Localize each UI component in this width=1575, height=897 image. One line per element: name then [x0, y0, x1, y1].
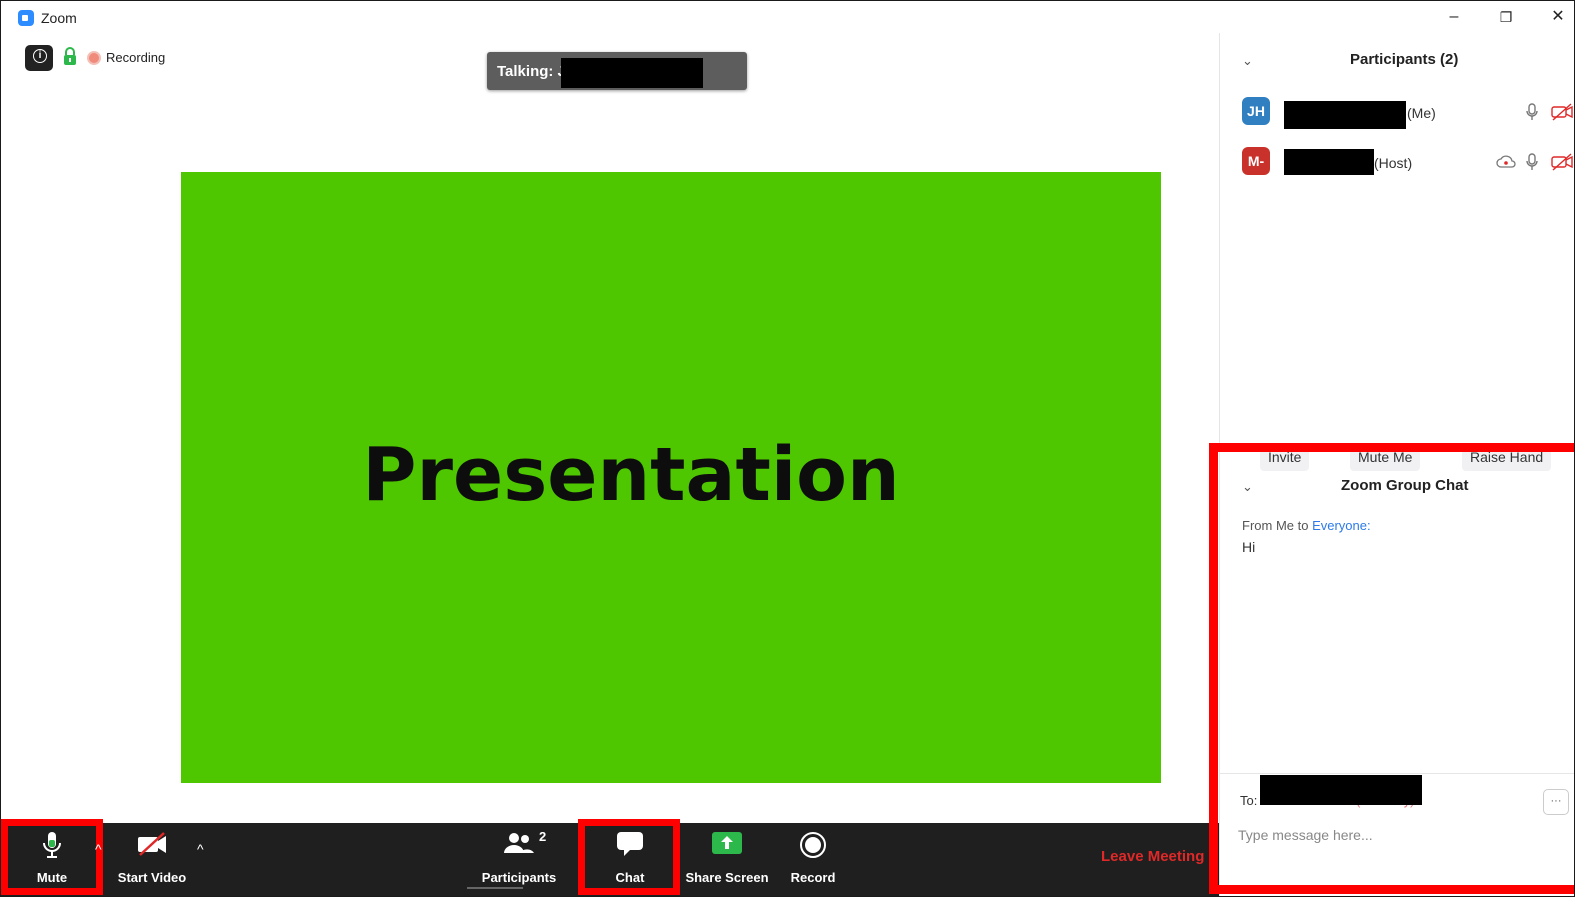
participants-panel-title: Participants (2): [1350, 51, 1459, 68]
participant-suffix: (Me): [1407, 105, 1436, 121]
record-button[interactable]: Record: [777, 823, 849, 893]
participants-active-underline: [467, 887, 523, 889]
participant-suffix: (Host): [1374, 155, 1413, 171]
zoom-app-icon: [18, 10, 34, 26]
window-title: Zoom: [41, 10, 77, 26]
participants-icon: [504, 833, 534, 853]
redacted-name: [561, 58, 703, 88]
redacted-participant-name: [1284, 101, 1406, 129]
share-screen-icon: [712, 832, 742, 854]
participant-cloud-record-icon: [1496, 155, 1516, 168]
zoom-window: Zoom – ❐ ✕ Recording Talking: J Presenta…: [0, 0, 1575, 897]
participant-mic-icon[interactable]: [1526, 153, 1538, 171]
participant-avatar: JH: [1242, 97, 1270, 125]
chat-panel-highlight-box: [1209, 443, 1574, 894]
start-video-label: Start Video: [117, 870, 187, 885]
start-video-button[interactable]: Start Video: [107, 823, 197, 893]
encryption-lock-icon[interactable]: [63, 47, 77, 65]
recording-label: Recording: [106, 50, 166, 65]
chat-highlight-box: [578, 819, 680, 895]
close-button[interactable]: ✕: [1543, 6, 1573, 28]
share-screen-button[interactable]: Share Screen: [681, 823, 773, 893]
participant-video-off-icon[interactable]: [1551, 153, 1575, 171]
leave-meeting-button[interactable]: Leave Meeting: [1101, 848, 1204, 865]
meeting-info-icon[interactable]: [25, 45, 53, 71]
recording-indicator-icon: [87, 51, 101, 65]
participants-collapse-chevron-icon[interactable]: ⌄: [1242, 53, 1253, 69]
talking-label: Talking: J: [497, 63, 566, 80]
video-off-icon: [138, 832, 166, 856]
mute-highlight-box: [1, 819, 103, 895]
share-screen-label: Share Screen: [685, 870, 769, 885]
participants-button[interactable]: 2 Participants: [469, 823, 569, 893]
shared-presentation: Presentation: [181, 172, 1161, 783]
meeting-toolbar: Mute ^ Start Video ^ 2 Participants Chat…: [1, 819, 1219, 896]
record-icon: [800, 832, 826, 858]
participants-count: 2: [539, 829, 547, 844]
participant-mic-icon[interactable]: [1526, 103, 1538, 121]
record-label: Record: [790, 870, 836, 885]
title-bar: Zoom – ❐ ✕: [1, 1, 1574, 33]
restore-button[interactable]: ❐: [1491, 6, 1521, 28]
presentation-title: Presentation: [362, 432, 900, 518]
participants-label: Participants: [481, 870, 557, 885]
redacted-participant-name: [1284, 149, 1374, 175]
talking-indicator: Talking: J: [487, 52, 747, 90]
audio-options-caret-icon[interactable]: ^: [95, 841, 102, 857]
minimize-button[interactable]: –: [1439, 6, 1469, 28]
video-options-caret-icon[interactable]: ^: [197, 841, 204, 857]
participant-avatar: M-: [1242, 147, 1270, 175]
meeting-view: Recording Talking: J Presentation: [11, 33, 1219, 823]
participant-video-off-icon[interactable]: [1551, 103, 1575, 121]
